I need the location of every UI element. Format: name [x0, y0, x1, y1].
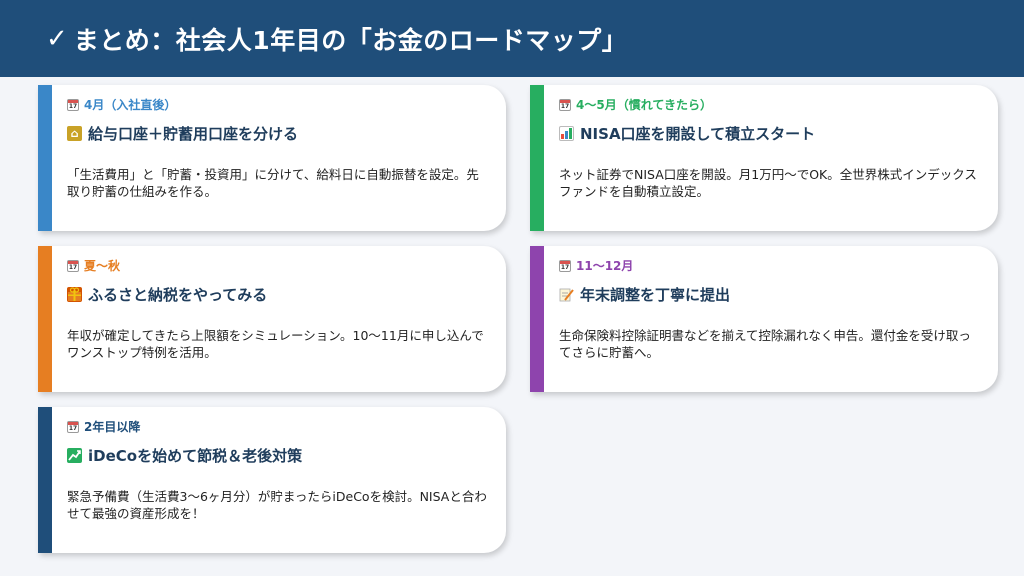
card-description: 年収が確定してきたら上限額をシミュレーション。10〜11月に申し込んでワンストッ…	[67, 328, 484, 360]
card-period-label: 4月（入社直後）	[84, 98, 177, 112]
card-description: 生命保険料控除証明書などを揃えて控除漏れなく申告。還付金を受け取ってさらに貯蓄へ…	[559, 328, 971, 360]
card-period: 4〜5月（慣れてきたら）	[559, 96, 712, 113]
card-period-label: 11〜12月	[576, 259, 634, 273]
card-heading-label: NISA口座を開設して積立スタート	[580, 125, 816, 143]
card-period-label: 夏〜秋	[84, 259, 121, 273]
roadmap-card-summer-autumn: 夏〜秋 ふるさと納税をやってみる 年収が確定してきたら上限額をシミュレーション。…	[38, 246, 506, 392]
gift-icon	[67, 287, 82, 302]
roadmap-card-april-may: 4〜5月（慣れてきたら） NISA口座を開設して積立スタート ネット証券でNIS…	[530, 85, 998, 231]
card-accent-bar	[38, 246, 52, 392]
card-heading: ふるさと納税をやってみる	[67, 284, 267, 305]
card-description: ネット証券でNISA口座を開設。月1万円〜でOK。全世界株式インデックスファンド…	[559, 167, 977, 199]
card-description: 「生活費用」と「貯蓄・投資用」に分けて、給料日に自動振替を設定。先取り貯蓄の仕組…	[67, 167, 479, 199]
card-heading: iDeCoを始めて節税＆老後対策	[67, 445, 302, 466]
calendar-icon	[559, 259, 571, 272]
calendar-icon	[67, 420, 79, 433]
card-heading-label: 年末調整を丁寧に提出	[580, 286, 731, 304]
title-banner: ✓ まとめ：社会人1年目の「お金のロードマップ」	[0, 0, 1024, 77]
calendar-icon	[559, 98, 571, 111]
card-heading: NISA口座を開設して積立スタート	[559, 123, 815, 144]
card-accent-bar	[530, 246, 544, 392]
calendar-icon	[67, 259, 79, 272]
card-heading-label: iDeCoを始めて節税＆老後対策	[88, 447, 303, 465]
card-accent-bar	[38, 85, 52, 231]
card-period-label: 2年目以降	[84, 420, 141, 434]
calendar-icon	[67, 98, 79, 111]
card-description: 緊急予備費（生活費3〜6ヶ月分）が貯まったらiDeCoを検討。NISAと合わせて…	[67, 489, 487, 521]
card-period: 夏〜秋	[67, 257, 120, 274]
memo-icon	[559, 287, 574, 302]
check-icon: ✓	[46, 23, 68, 54]
roadmap-card-april: 4月（入社直後） ⌂ 給与口座＋貯蓄用口座を分ける 「生活費用」と「貯蓄・投資用…	[38, 85, 506, 231]
card-heading-label: ふるさと納税をやってみる	[88, 286, 268, 304]
card-period: 2年目以降	[67, 418, 140, 435]
card-heading: ⌂ 給与口座＋貯蓄用口座を分ける	[67, 123, 298, 144]
bar-chart-icon	[559, 126, 574, 141]
roadmap-card-nov-dec: 11〜12月 年末調整を丁寧に提出 生命保険料控除証明書などを揃えて控除漏れなく…	[530, 246, 998, 392]
card-heading-label: 給与口座＋貯蓄用口座を分ける	[88, 125, 299, 143]
roadmap-card-second-year: 2年目以降 iDeCoを始めて節税＆老後対策 緊急予備費（生活費3〜6ヶ月分）が…	[38, 407, 506, 553]
card-period: 4月（入社直後）	[67, 96, 176, 113]
bank-icon: ⌂	[67, 126, 82, 141]
chart-increasing-icon	[67, 448, 82, 463]
card-period: 11〜12月	[559, 257, 633, 274]
page-title: まとめ：社会人1年目の「お金のロードマップ」	[73, 25, 628, 55]
card-accent-bar	[530, 85, 544, 231]
card-heading: 年末調整を丁寧に提出	[559, 284, 730, 305]
card-period-label: 4〜5月（慣れてきたら）	[576, 98, 712, 112]
card-accent-bar	[38, 407, 52, 553]
